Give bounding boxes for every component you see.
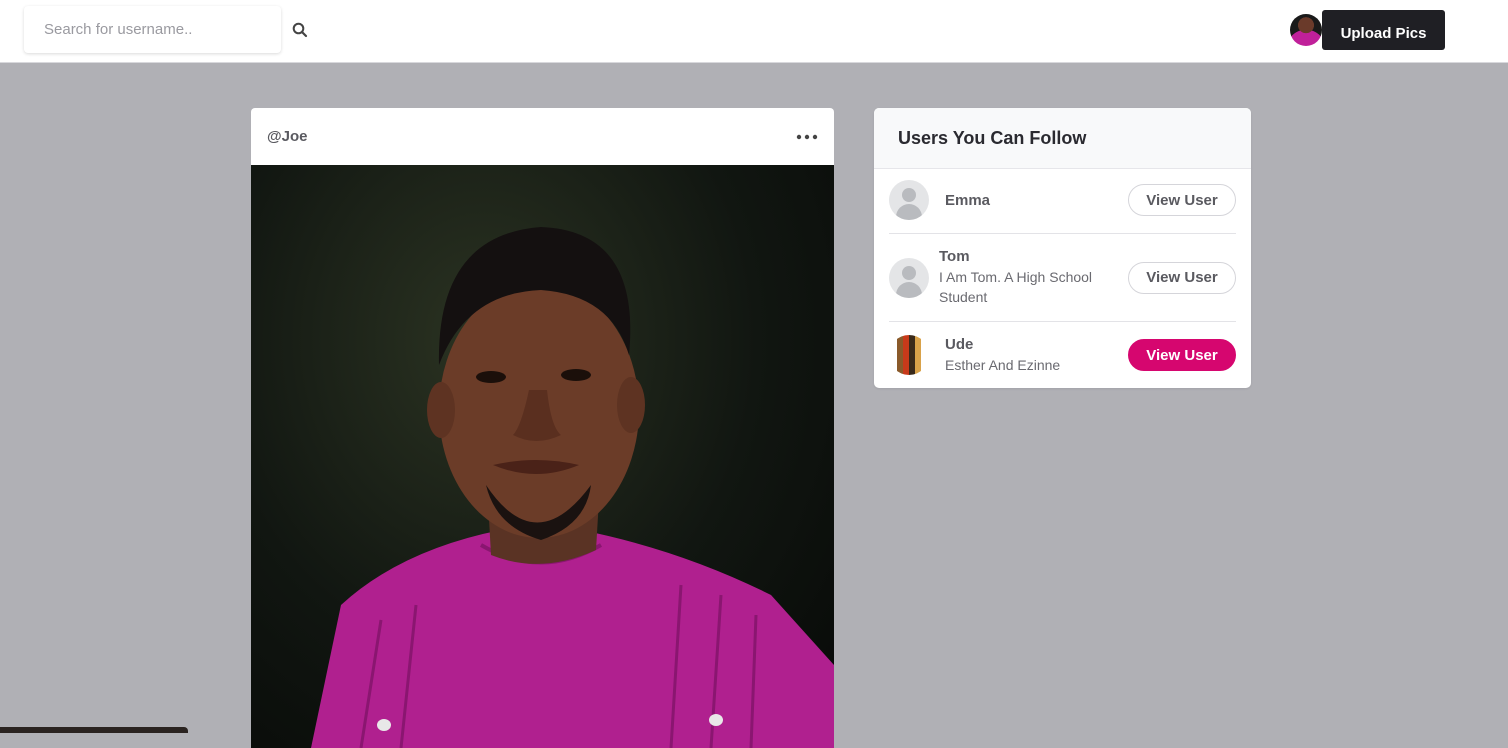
user-bio: Esther And Ezinne xyxy=(945,356,1061,373)
view-user-button[interactable]: View User xyxy=(1128,184,1236,216)
user-name: Ude xyxy=(945,335,974,353)
list-item: Emma View User xyxy=(889,180,1236,220)
search-box xyxy=(24,6,281,53)
search-icon[interactable] xyxy=(292,22,308,38)
user-info: Tom I Am Tom. A High School Student xyxy=(939,248,1128,307)
users-to-follow-card: Users You Can Follow Emma View User Tom … xyxy=(874,108,1251,388)
list-item: Ude Esther And Ezinne View User xyxy=(889,321,1236,388)
post-image[interactable] xyxy=(251,165,834,748)
post-photo xyxy=(311,227,834,748)
user-name: Tom xyxy=(939,248,970,265)
view-user-button[interactable]: View User xyxy=(1128,339,1236,371)
user-avatar[interactable] xyxy=(889,180,929,220)
post-card: @Joe xyxy=(251,108,834,748)
user-info: Ude Esther And Ezinne xyxy=(945,336,1128,375)
post-header: @Joe xyxy=(251,108,834,165)
user-avatar[interactable] xyxy=(889,257,929,298)
user-bio: I Am Tom. A High School Student xyxy=(939,269,1093,305)
search-input[interactable] xyxy=(24,6,281,53)
upload-pics-button[interactable]: Upload Pics xyxy=(1322,10,1445,50)
follow-card-title: Users You Can Follow xyxy=(898,127,1087,148)
post-username[interactable]: @Joe xyxy=(267,128,307,145)
top-navbar: Upload Pics xyxy=(0,0,1508,63)
view-user-button[interactable]: View User xyxy=(1128,261,1236,294)
status-bar xyxy=(0,727,188,733)
user-name: Emma xyxy=(945,191,991,209)
current-user-avatar[interactable] xyxy=(1290,14,1322,46)
list-item: Tom I Am Tom. A High School Student View… xyxy=(889,233,1236,321)
more-options-icon[interactable] xyxy=(796,134,818,140)
follow-card-header: Users You Can Follow xyxy=(874,108,1251,169)
user-avatar[interactable] xyxy=(889,335,929,375)
user-info: Emma xyxy=(945,192,1128,209)
